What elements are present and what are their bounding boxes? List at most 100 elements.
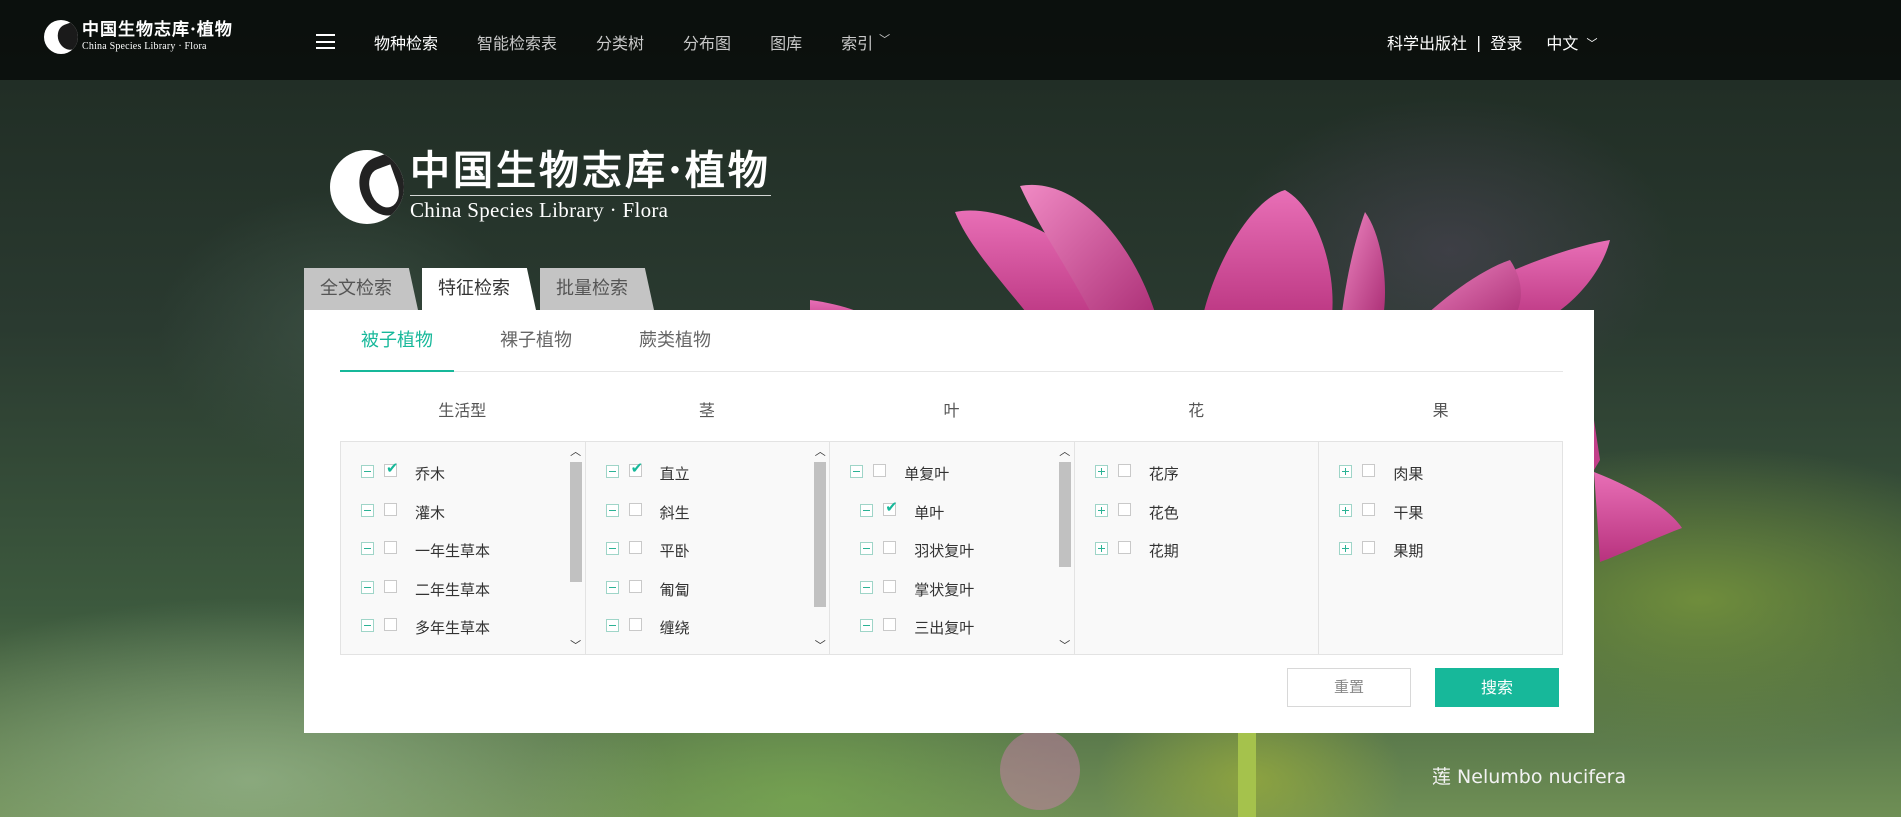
checkbox[interactable]	[628, 502, 642, 516]
list-item: 多年生草本	[361, 616, 563, 654]
tab-ferns[interactable]: 蕨类植物	[618, 310, 732, 372]
column-stem: 茎 直立 斜生 平卧 匍匐 缠绕 ︿ ﹀	[584, 390, 830, 655]
site-logo[interactable]: 中国生物志库·植物 China Species Library · Flora	[44, 18, 233, 56]
checkbox[interactable]	[1117, 541, 1131, 554]
minus-square-icon[interactable]	[361, 542, 374, 555]
list-item: 一年生草本	[361, 539, 563, 578]
chevron-down-icon[interactable]: ﹀	[1056, 638, 1074, 654]
list-item: 干果	[1339, 501, 1540, 540]
option-label: 斜生	[659, 503, 690, 522]
minus-square-icon[interactable]	[605, 542, 619, 555]
checkbox[interactable]	[883, 498, 898, 516]
option-label: 单叶	[914, 503, 945, 522]
scrollbar[interactable]: ︿ ﹀	[811, 442, 829, 654]
option-label: 缠绕	[659, 619, 690, 637]
chevron-up-icon[interactable]: ︿	[811, 444, 829, 460]
minus-square-icon[interactable]	[860, 619, 874, 632]
nav-distribution-map[interactable]: 分布图	[683, 30, 731, 54]
plus-square-icon[interactable]	[1339, 465, 1353, 478]
checkbox[interactable]	[873, 464, 887, 477]
chevron-down-icon[interactable]: ﹀	[811, 638, 829, 654]
publisher-link[interactable]: 科学出版社	[1387, 30, 1467, 54]
option-label: 乔木	[415, 465, 446, 483]
tab-batch-search[interactable]: 批量检索	[540, 268, 654, 310]
scrollbar-thumb[interactable]	[1058, 462, 1071, 567]
nav-species-search[interactable]: 物种检索	[374, 30, 438, 54]
nav-index[interactable]: 索引 ﹀	[841, 30, 890, 54]
checkbox[interactable]	[384, 541, 397, 554]
checkbox[interactable]	[883, 541, 897, 554]
tab-angiosperms[interactable]: 被子植物	[340, 310, 454, 372]
minus-square-icon[interactable]	[850, 465, 864, 478]
option-label: 花期	[1148, 542, 1179, 560]
list-item: 乔木	[361, 459, 563, 501]
minus-square-icon[interactable]	[860, 580, 874, 594]
checkbox[interactable]	[1362, 464, 1376, 477]
list-item: 直立	[605, 459, 808, 501]
chevron-down-icon[interactable]: ﹀	[567, 638, 585, 654]
column-fruit: 果 肉果 干果 果期	[1318, 390, 1563, 655]
tab-fulltext-search[interactable]: 全文检索	[304, 268, 418, 310]
tab-gymnosperms[interactable]: 裸子植物	[479, 310, 593, 372]
plus-square-icon[interactable]	[1339, 542, 1353, 555]
list-item: 平卧	[605, 539, 808, 578]
search-button[interactable]: 搜索	[1435, 668, 1559, 707]
column-header: 花	[1188, 401, 1205, 420]
list-item: 花序	[1094, 462, 1297, 501]
scrollbar[interactable]: ︿ ﹀	[567, 442, 585, 654]
minus-square-icon[interactable]	[860, 542, 874, 555]
scrollbar-thumb[interactable]	[569, 462, 582, 582]
checkbox[interactable]	[883, 579, 897, 593]
column-header: 果	[1432, 401, 1449, 420]
checkbox[interactable]	[628, 579, 642, 593]
logo-subtitle: China Species Library · Flora	[82, 41, 207, 52]
minus-square-icon[interactable]	[605, 619, 619, 632]
nav-taxonomy-tree[interactable]: 分类树	[596, 30, 644, 54]
checkbox[interactable]	[384, 579, 397, 593]
minus-square-icon[interactable]	[361, 503, 374, 517]
checkbox[interactable]	[883, 618, 897, 631]
nav-gallery[interactable]: 图库	[770, 30, 802, 54]
checkbox[interactable]	[384, 502, 397, 516]
plus-square-icon[interactable]	[1094, 465, 1108, 478]
checkbox[interactable]	[1362, 541, 1376, 554]
login-link[interactable]: 登录	[1490, 30, 1522, 54]
option-label: 花序	[1148, 465, 1179, 483]
option-label: 二年生草本	[415, 580, 491, 599]
chevron-up-icon[interactable]: ︿	[567, 444, 585, 460]
plus-square-icon[interactable]	[1094, 503, 1108, 517]
tab-feature-search[interactable]: 特征检索	[422, 268, 536, 310]
minus-square-icon[interactable]	[605, 465, 619, 478]
plus-square-icon[interactable]	[1094, 542, 1108, 555]
checkbox[interactable]	[628, 459, 643, 477]
option-label: 匍匐	[659, 580, 690, 599]
search-mode-tabs: 全文检索 特征检索 批量检索	[304, 268, 658, 310]
minus-square-icon[interactable]	[605, 503, 619, 517]
checkbox[interactable]	[384, 618, 397, 631]
checkbox[interactable]	[1362, 502, 1376, 516]
option-list: 肉果 干果 果期	[1318, 441, 1563, 655]
scrollbar-thumb[interactable]	[814, 462, 827, 607]
checkbox[interactable]	[1117, 464, 1131, 477]
column-leaf: 叶 单复叶 单叶 羽状复叶 掌状复叶 三出复叶 ︿ ﹀	[829, 390, 1074, 655]
plus-square-icon[interactable]	[1339, 503, 1353, 517]
minus-square-icon[interactable]	[361, 619, 374, 632]
checkbox[interactable]	[628, 618, 642, 631]
option-list: 乔木 灌木 一年生草本 二年生草本 多年生草本 ︿ ﹀	[340, 441, 585, 655]
checkbox[interactable]	[628, 541, 642, 554]
minus-square-icon[interactable]	[361, 580, 374, 594]
checkbox[interactable]	[384, 459, 399, 477]
minus-square-icon[interactable]	[860, 503, 874, 517]
reset-button[interactable]: 重置	[1287, 668, 1411, 707]
list-item: 三出复叶	[850, 616, 1052, 654]
scrollbar[interactable]: ︿ ﹀	[1056, 442, 1074, 654]
language-selector[interactable]: 中文 ﹀	[1546, 30, 1597, 54]
minus-square-icon[interactable]	[605, 580, 619, 594]
checkbox[interactable]	[1117, 502, 1131, 516]
nav-smart-key[interactable]: 智能检索表	[477, 30, 557, 54]
hamburger-icon[interactable]	[316, 34, 335, 49]
minus-square-icon[interactable]	[361, 465, 374, 478]
chevron-up-icon[interactable]: ︿	[1056, 444, 1074, 460]
option-label: 一年生草本	[415, 542, 491, 560]
nav-index-label: 索引	[841, 34, 874, 53]
